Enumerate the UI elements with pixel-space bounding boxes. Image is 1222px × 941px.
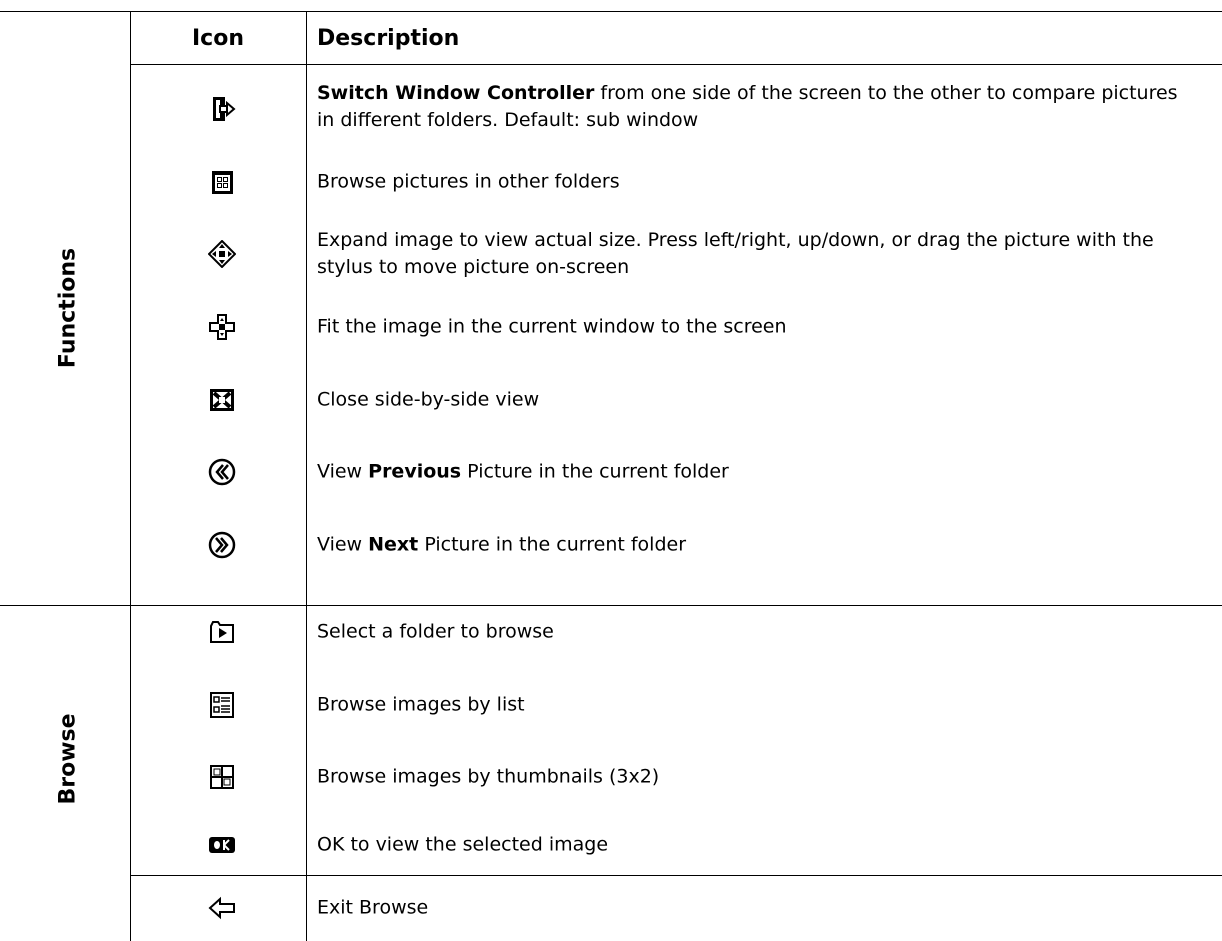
description-text: Exit Browse (317, 896, 429, 919)
description-column-header: Description (317, 25, 460, 51)
description-text: Browse images by list (317, 693, 525, 716)
browse-list-icon (208, 691, 236, 719)
icon-reference-table: Icon Description Functions Browse Switch… (0, 0, 1222, 941)
browse-thumbnails-icon (208, 763, 236, 791)
exit-browse-icon (208, 894, 236, 922)
description-browse-thumbnails: Browse images by thumbnails (3x2) (317, 764, 1197, 791)
select-folder-icon (208, 618, 236, 646)
description-text: Select a folder to browse (317, 620, 554, 643)
description-switch-window: Switch Window Controller from one side o… (317, 80, 1197, 134)
description-browse-list: Browse images by list (317, 692, 1197, 719)
description-text: Picture in the current folder (418, 533, 687, 556)
description-bold-text: Switch Window Controller (317, 82, 595, 104)
previous-picture-icon (208, 458, 236, 486)
description-select-folder: Select a folder to browse (317, 619, 1197, 646)
close-side-by-side-icon (208, 386, 236, 414)
description-text: Fit the image in the current window to t… (317, 315, 787, 338)
description-bold-text: Previous (368, 460, 462, 483)
next-picture-icon (208, 531, 236, 559)
description-text: OK to view the selected image (317, 833, 609, 856)
header-divider (130, 64, 1222, 65)
icon-column-border (306, 11, 307, 941)
description-ok: OK to view the selected image (317, 832, 1197, 859)
description-next-picture: View Next Picture in the current folder (317, 532, 1197, 559)
description-text: Close side-by-side view (317, 388, 540, 411)
description-bold-text: Next (368, 533, 419, 556)
exit-row-divider (130, 875, 1222, 876)
icon-column-header: Icon (191, 25, 244, 51)
fit-to-screen-icon (208, 313, 236, 341)
description-previous-picture: View Previous Picture in the current fol… (317, 459, 1197, 486)
description-text: View (317, 460, 369, 483)
description-text: View (317, 533, 369, 556)
browse-folders-icon (208, 168, 236, 196)
description-expand-actual-size: Expand image to view actual size. Press … (317, 227, 1197, 281)
description-text: Browse images by thumbnails (3x2) (317, 765, 660, 788)
description-browse-folders: Browse pictures in other folders (317, 169, 1197, 196)
ok-icon (208, 831, 236, 859)
group-divider (0, 605, 1222, 606)
description-text: Expand image to view actual size. Press … (317, 229, 1154, 278)
description-close-side-by-side: Close side-by-side view (317, 387, 1197, 414)
switch-window-icon (208, 95, 236, 123)
description-fit-to-screen: Fit the image in the current window to t… (317, 314, 1197, 341)
description-exit-browse: Exit Browse (317, 895, 1197, 922)
expand-actual-size-icon (208, 240, 236, 268)
description-text: Picture in the current folder (461, 460, 729, 483)
description-text: Browse pictures in other folders (317, 170, 620, 193)
functions-group-label: Functions (55, 247, 81, 369)
group-column-border (130, 11, 131, 941)
browse-group-label: Browse (55, 713, 81, 805)
